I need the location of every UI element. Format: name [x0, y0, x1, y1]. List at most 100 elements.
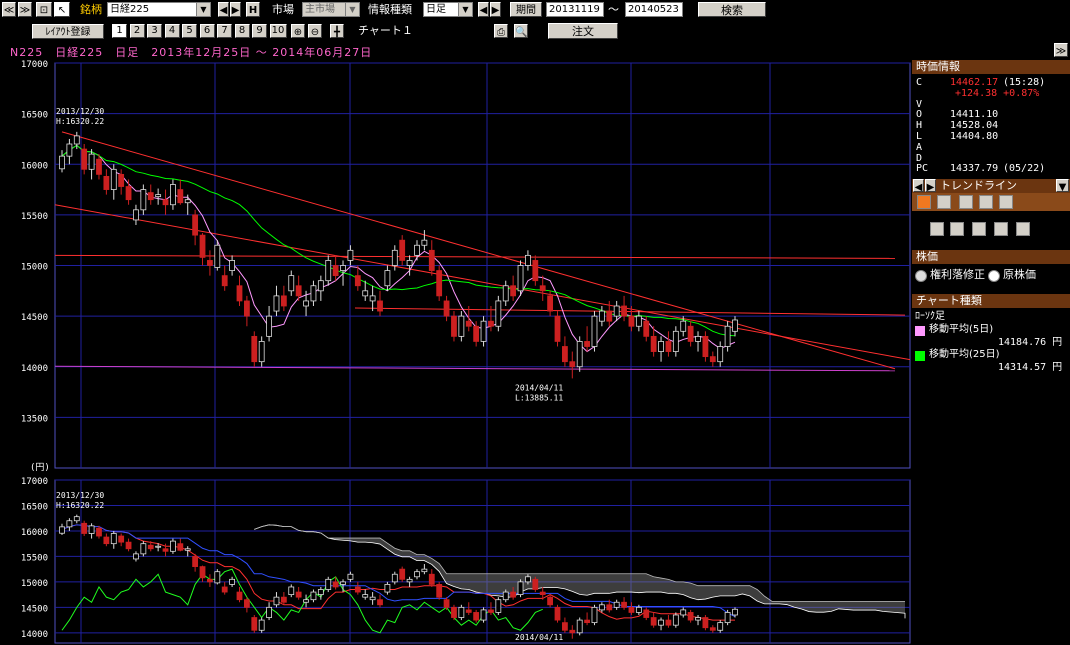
price-extra: (05/22) — [1003, 163, 1046, 175]
delete-all-icon[interactable] — [1016, 222, 1030, 236]
next-type-icon[interactable]: ▶ — [490, 2, 501, 17]
prev-tool-icon[interactable]: ◀ — [913, 179, 924, 193]
h-button[interactable]: H — [246, 2, 260, 17]
candle — [133, 553, 139, 560]
candle — [687, 612, 694, 621]
candle — [584, 341, 590, 347]
next-symbol-icon[interactable]: ▶ — [230, 2, 241, 17]
price-value: 14404.80 — [950, 131, 999, 142]
delete-icon[interactable] — [994, 222, 1008, 236]
candle — [658, 341, 664, 352]
y-tick-label: 14000 — [21, 630, 48, 640]
candle — [192, 214, 199, 236]
candle — [125, 541, 132, 550]
ma5-label[interactable]: 移動平均(5日) — [929, 322, 993, 338]
prev-symbol-icon[interactable]: ◀ — [218, 2, 229, 17]
candle — [325, 578, 332, 590]
select-cursor-icon[interactable] — [930, 222, 944, 236]
candle — [155, 194, 162, 198]
candle — [59, 526, 65, 534]
candle — [243, 599, 250, 608]
panel-toggle-icon[interactable]: ≫ — [1054, 43, 1068, 57]
radio-raw[interactable] — [988, 270, 1000, 282]
candle — [414, 571, 420, 578]
candle — [621, 601, 627, 608]
order-button[interactable]: 注文 — [548, 23, 618, 39]
period-from-input[interactable]: 20131119 — [546, 2, 604, 17]
candle — [502, 591, 509, 601]
candle — [399, 568, 406, 580]
candle — [391, 573, 398, 583]
candle — [162, 548, 169, 552]
search-button[interactable]: 検索 — [698, 2, 766, 17]
candle — [273, 295, 280, 312]
trendline-tool-icon[interactable] — [917, 195, 931, 209]
candle — [628, 606, 635, 613]
candle — [273, 596, 280, 606]
layout-7-button[interactable]: 7 — [217, 24, 232, 38]
copy-icon[interactable] — [950, 222, 964, 236]
candle — [170, 540, 176, 552]
symbol-select[interactable]: 日経225 ▼ — [107, 2, 211, 17]
collapse-icon[interactable]: ≪ — [2, 2, 16, 17]
chart-area[interactable]: 17000 16500 16000 15500 15000 14500 14000 13500… — [0, 58, 912, 645]
arrow-tool-icon[interactable] — [999, 195, 1013, 209]
preview-icon[interactable]: 🔍 — [514, 24, 528, 38]
candle — [562, 622, 568, 631]
layout-9-button[interactable]: 9 — [252, 24, 267, 38]
candle — [502, 285, 509, 302]
candle — [687, 325, 694, 342]
candle — [303, 599, 309, 603]
layout-3-button[interactable]: 3 — [147, 24, 162, 38]
layout-8-button[interactable]: 8 — [234, 24, 250, 38]
candle — [214, 244, 221, 268]
prev-type-icon[interactable]: ◀ — [478, 2, 489, 17]
window-mode-icon[interactable]: ⊡ — [36, 2, 52, 17]
next-tool-icon[interactable]: ▶ — [925, 179, 936, 193]
candle — [598, 310, 605, 322]
ma25-label[interactable]: 移動平均(25日) — [929, 347, 1000, 363]
period-button[interactable]: 期間 — [510, 2, 542, 17]
candle — [391, 249, 398, 266]
candle — [443, 599, 450, 608]
pointer-icon[interactable]: ↖ — [54, 2, 70, 17]
candle — [221, 586, 228, 593]
crosshair-icon[interactable]: ╋ — [330, 24, 344, 38]
chart-type-header: チャート種類 — [912, 294, 1070, 308]
info-type-select[interactable]: 日足 ▼ — [423, 2, 473, 17]
layout-4-button[interactable]: 4 — [164, 24, 180, 38]
candle — [347, 249, 354, 261]
layout-register-button[interactable]: ﾚｲｱｳﾄ登録 — [32, 24, 104, 39]
zoom-out-icon[interactable]: ⊖ — [308, 24, 322, 38]
print-icon[interactable]: ⎙ — [494, 24, 508, 38]
annotation-date: 2014/04/11 — [515, 633, 563, 642]
candle — [732, 608, 738, 616]
symbol-label: 銘柄 — [80, 3, 102, 16]
chart-tab[interactable]: チャート１ — [358, 23, 413, 39]
market-select[interactable]: 主市場 ▼ — [302, 2, 360, 17]
candle — [332, 265, 339, 277]
radio-adjusted[interactable] — [915, 270, 927, 282]
candle — [709, 627, 716, 631]
expand-icon[interactable]: ≫ — [18, 2, 32, 17]
layout-6-button[interactable]: 6 — [199, 24, 215, 38]
candle — [147, 192, 154, 201]
parallel-line-icon[interactable] — [959, 195, 973, 209]
market-label: 市場 — [272, 3, 294, 16]
layout-1-button[interactable]: 1 — [112, 24, 127, 38]
y-tick-label: 15000 — [21, 263, 48, 273]
text-tool-icon[interactable] — [979, 195, 993, 209]
layout-2-button[interactable]: 2 — [129, 24, 145, 38]
candle — [650, 335, 657, 352]
zoom-in-icon[interactable]: ⊕ — [291, 24, 305, 38]
paste-icon[interactable] — [972, 222, 986, 236]
ma25-value: 14314.57 円 — [998, 362, 1063, 373]
price-key: H — [916, 120, 923, 132]
period-to-input[interactable]: 20140523 — [625, 2, 683, 17]
candle — [192, 556, 199, 567]
chevron-down-icon[interactable]: ▼ — [1056, 179, 1069, 193]
fibonacci-tool-icon[interactable] — [937, 195, 951, 209]
layout-10-button[interactable]: 10 — [269, 24, 287, 38]
layout-5-button[interactable]: 5 — [182, 24, 197, 38]
candle — [672, 614, 679, 626]
